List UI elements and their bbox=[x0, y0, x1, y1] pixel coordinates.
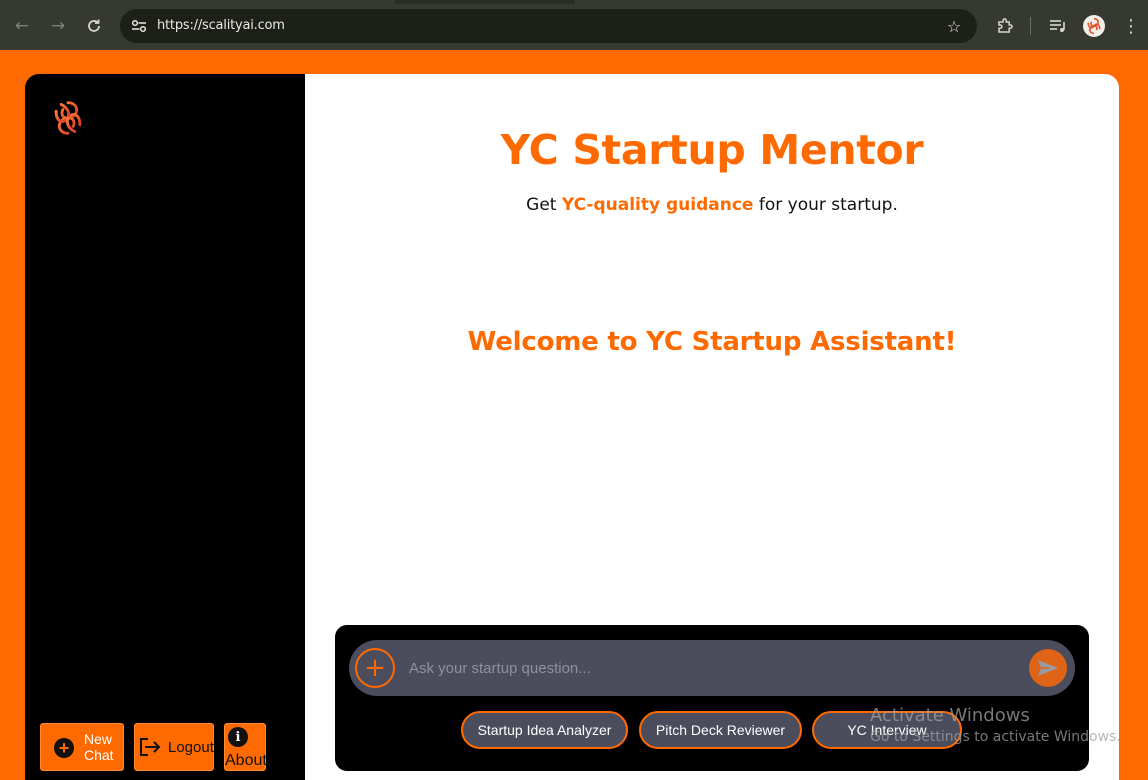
page-subtitle: Get YC-quality guidance for your startup… bbox=[305, 195, 1119, 215]
site-info-icon[interactable] bbox=[128, 15, 150, 37]
bookmark-star-icon[interactable]: ☆ bbox=[943, 15, 965, 37]
toolbar-separator bbox=[1030, 17, 1031, 35]
page-title: YC Startup Mentor bbox=[500, 126, 924, 174]
address-bar[interactable]: https://scalityai.com ☆ bbox=[120, 9, 977, 43]
extensions-icon[interactable] bbox=[992, 13, 1018, 39]
profile-avatar[interactable] bbox=[1083, 15, 1105, 37]
url-text[interactable]: https://scalityai.com bbox=[157, 18, 285, 33]
chat-dock: + Startup Idea Analyzer Pitch Deck Revie… bbox=[335, 625, 1089, 771]
forward-button[interactable]: → bbox=[45, 13, 71, 39]
chat-input-bar: + bbox=[349, 640, 1075, 696]
watermark-title: Activate Windows bbox=[870, 705, 1030, 726]
plus-circle-icon: + bbox=[54, 738, 74, 758]
reload-button[interactable] bbox=[81, 13, 107, 39]
watermark-subtitle: Go to Settings to activate Windows. bbox=[870, 729, 1121, 745]
chip-startup-idea-analyzer[interactable]: Startup Idea Analyzer bbox=[461, 711, 628, 749]
welcome-heading: Welcome to YC Startup Assistant! bbox=[467, 327, 957, 357]
about-button[interactable]: i About bbox=[224, 723, 267, 771]
send-button[interactable] bbox=[1029, 649, 1067, 687]
back-button[interactable]: ← bbox=[9, 13, 35, 39]
reload-icon bbox=[88, 19, 100, 32]
menu-icon[interactable]: ⋮ bbox=[1118, 13, 1144, 39]
subtitle-prefix: Get bbox=[526, 195, 557, 215]
send-icon bbox=[1038, 660, 1058, 676]
logout-label: Logout bbox=[168, 739, 214, 756]
browser-toolbar: ← → https://scalityai.com ☆ ⋮ bbox=[0, 0, 1148, 50]
about-label: About bbox=[225, 752, 267, 769]
tab-strip bbox=[0, 0, 1148, 4]
new-chat-button[interactable]: + New Chat bbox=[40, 723, 124, 771]
attach-button[interactable]: + bbox=[355, 648, 395, 688]
main-panel: YC Startup Mentor Get YC-quality guidanc… bbox=[305, 74, 1119, 780]
tab-edge bbox=[575, 0, 1148, 4]
media-queue-icon[interactable] bbox=[1045, 13, 1071, 39]
logout-button[interactable]: Logout bbox=[134, 723, 214, 771]
tab-edge bbox=[0, 0, 395, 4]
subtitle-highlight: YC-quality guidance bbox=[561, 195, 754, 215]
logo-icon bbox=[51, 99, 85, 137]
info-icon: i bbox=[228, 727, 248, 747]
logout-icon bbox=[139, 737, 161, 757]
plus-icon: + bbox=[364, 653, 386, 683]
chat-input[interactable] bbox=[409, 648, 1009, 688]
chip-pitch-deck-reviewer[interactable]: Pitch Deck Reviewer bbox=[639, 711, 802, 749]
activation-watermark: Activate Windows Go to Settings to activ… bbox=[870, 705, 1121, 745]
new-chat-label: New Chat bbox=[84, 731, 114, 763]
sidebar: + New Chat Logout i About bbox=[25, 74, 307, 780]
subtitle-suffix: for your startup. bbox=[758, 195, 898, 215]
